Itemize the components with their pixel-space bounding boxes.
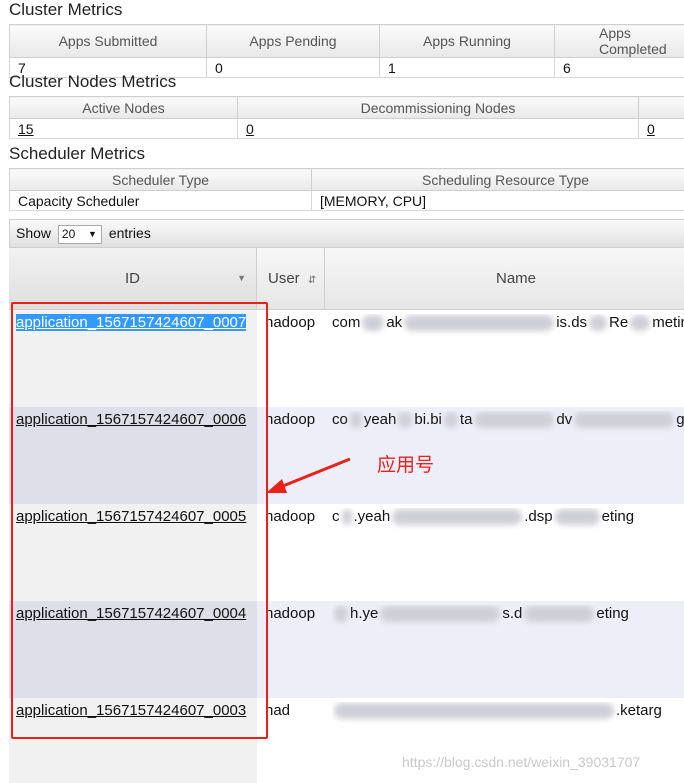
scheduler-metrics-title: Scheduler Metrics	[9, 144, 146, 163]
name-fragment: yeah	[363, 411, 397, 428]
entries-toolbar: Show 20 ▼ entries	[9, 219, 684, 248]
table-row-continuation	[9, 747, 257, 783]
column-header-id[interactable]: ID ▼	[9, 248, 257, 309]
name-cell: c .yeah .dsp eting	[332, 508, 684, 530]
blurred-text	[380, 606, 501, 623]
name-fragment: ak	[386, 314, 403, 331]
cluster-metrics-title: Cluster Metrics	[9, 0, 123, 19]
name-fragment: eting	[596, 605, 629, 622]
name-cell: co yeah bi.bi ta dv g	[332, 411, 684, 433]
blurred-text	[524, 606, 595, 623]
header-apps-pending: Apps Pending	[206, 24, 380, 58]
entries-label: entries	[108, 225, 151, 241]
name-fragment: c	[332, 508, 340, 525]
highlight-box	[11, 302, 268, 739]
sort-desc-icon: ▼	[237, 273, 246, 283]
user-cell: hadoop	[265, 605, 316, 622]
header-scheduler-type: Scheduler Type	[9, 168, 312, 191]
blurred-text	[443, 412, 458, 429]
value-apps-pending: 0	[206, 57, 380, 78]
name-fragment: .ketarg	[616, 702, 662, 719]
name-cell: h.ye s.d eting	[332, 605, 684, 627]
name-fragment: dv	[556, 411, 573, 428]
name-fragment: com	[332, 314, 361, 331]
extra-nodes-link[interactable]: 0	[647, 121, 655, 137]
header-scheduling-resource-type: Scheduling Resource Type	[311, 168, 684, 191]
blurred-text	[398, 412, 413, 429]
decommissioning-nodes-link[interactable]: 0	[246, 121, 254, 137]
name-fragment: .dsp	[524, 508, 553, 525]
apps-table-header: ID ▼ User ⇵ Name	[9, 248, 684, 310]
user-cell: hadoop	[265, 411, 316, 428]
blurred-text	[362, 315, 385, 332]
nodes-metrics-title: Cluster Nodes Metrics	[9, 72, 177, 91]
name-fragment: bi.bi	[414, 411, 442, 428]
value-scheduling-resource-type: [MEMORY, CPU]	[311, 190, 684, 211]
sort-both-icon: ⇵	[307, 275, 317, 286]
header-decommissioning-nodes: Decommissioning Nodes	[237, 96, 639, 119]
blurred-text	[554, 509, 600, 526]
blurred-text	[349, 412, 362, 429]
blurred-text	[474, 412, 555, 429]
arrow-icon	[266, 457, 351, 493]
name-fragment: h.ye	[350, 605, 379, 622]
blurred-text	[392, 509, 523, 526]
name-fragment: eting	[601, 508, 635, 525]
name-cell: com ak is.ds Re meting	[332, 314, 684, 336]
blurred-text	[334, 703, 614, 720]
column-header-user-label: User	[268, 270, 300, 287]
user-cell: had	[265, 702, 291, 719]
column-header-name[interactable]: Name	[326, 248, 684, 309]
user-cell: hadoop	[265, 508, 316, 525]
user-cell: hadoop	[265, 314, 316, 331]
header-apps-submitted: Apps Submitted	[9, 24, 207, 58]
header-apps-running: Apps Running	[379, 24, 555, 58]
blurred-text	[404, 315, 555, 332]
chevron-down-icon: ▼	[88, 228, 97, 239]
value-apps-completed: 6	[554, 57, 684, 78]
scheduler-metrics-table: Scheduler Type Scheduling Resource Type …	[9, 168, 684, 211]
name-cell: .ketarg	[332, 702, 684, 724]
annotation-label: 应用号	[377, 455, 435, 476]
header-active-nodes: Active Nodes	[9, 96, 238, 119]
name-fragment: .yeah	[353, 508, 391, 525]
watermark: https://blog.csdn.net/weixin_39031707	[402, 754, 641, 770]
entries-select-value: 20	[61, 226, 76, 241]
name-fragment: meting	[652, 314, 684, 331]
blurred-text	[574, 412, 675, 429]
column-header-id-label: ID	[125, 270, 140, 287]
name-fragment: g	[676, 411, 684, 428]
blurred-text	[630, 315, 651, 332]
name-fragment: s.d	[502, 605, 523, 622]
blurred-text	[341, 509, 352, 526]
column-header-name-label: Name	[495, 270, 536, 287]
name-fragment: Re	[609, 314, 629, 331]
cluster-metrics-table: Apps Submitted Apps Pending Apps Running…	[9, 24, 684, 78]
nodes-metrics-table: Active Nodes Decommissioning Nodes 15 0 …	[9, 96, 684, 139]
value-scheduler-type: Capacity Scheduler	[9, 190, 312, 211]
blurred-text	[589, 315, 608, 332]
column-header-user[interactable]: User ⇵	[257, 248, 325, 309]
name-fragment: ta	[459, 411, 473, 428]
header-apps-completed: Apps Completed	[554, 24, 684, 58]
header-extra-nodes	[638, 96, 684, 119]
active-nodes-link[interactable]: 15	[18, 121, 34, 137]
value-apps-running: 1	[379, 57, 555, 78]
blurred-text	[334, 606, 348, 623]
entries-select[interactable]: 20 ▼	[57, 224, 102, 244]
name-fragment: is.ds	[556, 314, 588, 331]
name-fragment: co	[332, 411, 348, 428]
show-label: Show	[16, 225, 52, 241]
